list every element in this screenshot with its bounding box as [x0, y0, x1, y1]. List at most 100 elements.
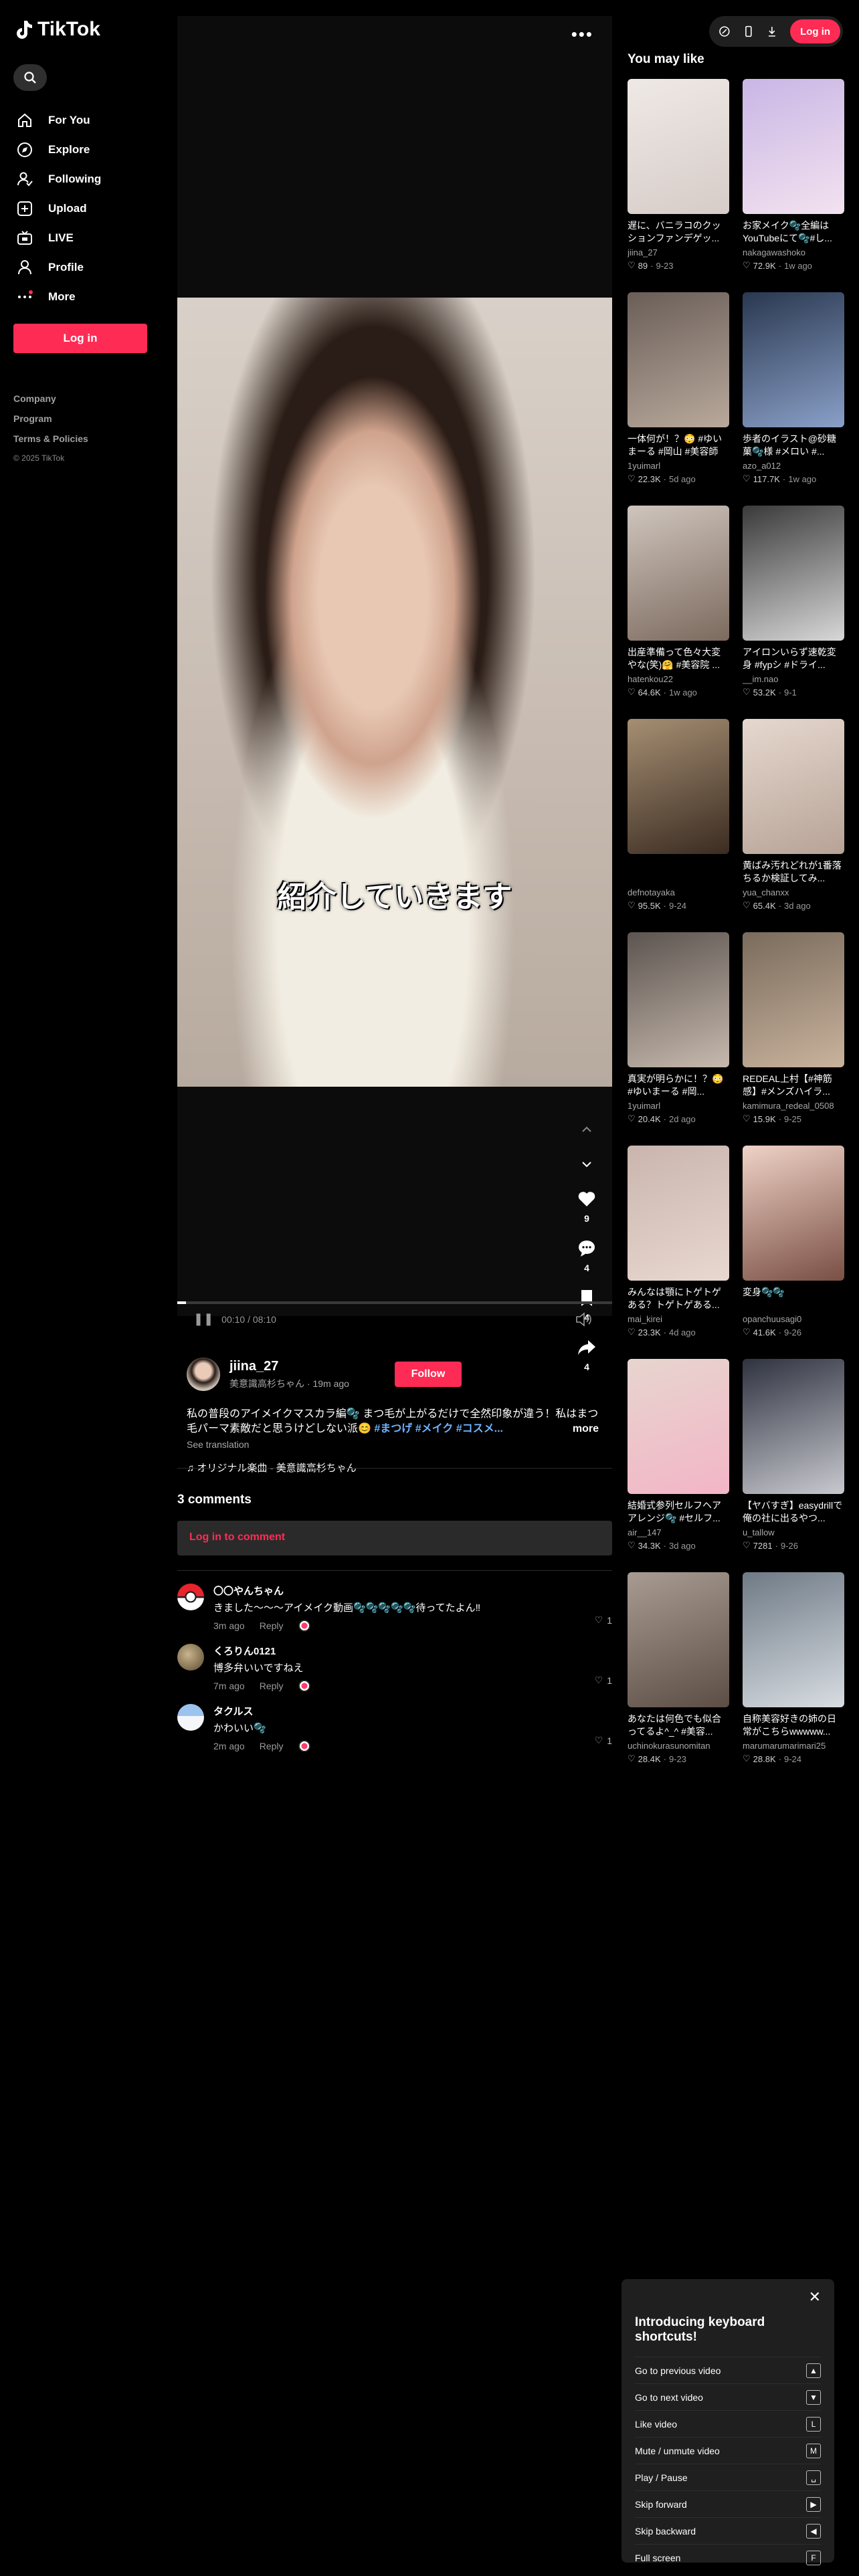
- recommended-video-card[interactable]: あなたは何色でも似合ってるよ^_^ #美容... uchinokurasunomi…: [628, 1572, 729, 1781]
- sidebar-item-profile[interactable]: Profile: [13, 253, 147, 282]
- login-button[interactable]: Log in: [13, 324, 147, 353]
- card-title[interactable]: アイロンいらず速乾変身 #fypシ #ドライ...: [743, 646, 844, 671]
- video-thumbnail[interactable]: [628, 1146, 729, 1281]
- comment-like-button[interactable]: ♡ 1: [595, 1735, 612, 1746]
- card-title[interactable]: [628, 859, 729, 885]
- card-username[interactable]: yua_chanxx: [743, 887, 844, 897]
- sidebar-item-explore[interactable]: Explore: [13, 135, 147, 165]
- card-title[interactable]: 自称美容好きの姉の日常がこちらwwwww...: [743, 1713, 844, 1738]
- card-username[interactable]: defnotayaka: [628, 887, 729, 897]
- search-button[interactable]: [13, 64, 47, 91]
- recommended-video-card[interactable]: お家メイク🫧全編はYouTubeにて🫧#し... nakagawashoko ♡ 72…: [743, 79, 844, 288]
- card-username[interactable]: 1yuimarl: [628, 1101, 729, 1111]
- sidebar-item-following[interactable]: Following: [13, 165, 147, 194]
- card-title[interactable]: あなたは何色でも似合ってるよ^_^ #美容...: [628, 1713, 729, 1738]
- comment-avatar[interactable]: [177, 1644, 204, 1671]
- recommended-video-card[interactable]: みんなは顎にトゲトゲある？トゲトゲある... mai_kirei ♡ 23.3K · 4d…: [628, 1146, 729, 1354]
- card-title[interactable]: 真実が明らかに！？😳 #ゆいまーる #岡...: [628, 1073, 729, 1098]
- comment-author[interactable]: 〇〇やんちゃん: [213, 1584, 480, 1598]
- mobile-icon[interactable]: [743, 25, 755, 37]
- card-username[interactable]: marumarumarimari25: [743, 1741, 844, 1751]
- sidebar-item-live[interactable]: LIVE: [13, 223, 147, 253]
- tiktok-logo[interactable]: TikTok: [16, 13, 147, 45]
- card-username[interactable]: uchinokurasunomitan: [628, 1741, 729, 1751]
- video-thumbnail[interactable]: [743, 719, 844, 854]
- card-username[interactable]: nakagawashoko: [743, 247, 844, 257]
- card-title[interactable]: 遅に、バニラコのクッションファンデゲッ...: [628, 219, 729, 245]
- close-icon[interactable]: ✕: [809, 2288, 821, 2306]
- card-title[interactable]: みんなは顎にトゲトゲある？トゲトゲある...: [628, 1286, 729, 1311]
- video-thumbnail[interactable]: [743, 1146, 844, 1281]
- reply-button[interactable]: Reply: [260, 1741, 284, 1751]
- comment-avatar[interactable]: [177, 1704, 204, 1731]
- like-button[interactable]: 9: [575, 1189, 599, 1224]
- recommended-video-card[interactable]: 遅に、バニラコのクッションファンデゲッ... jiina_27 ♡ 89 · 9-23: [628, 79, 729, 288]
- prev-video-button[interactable]: [575, 1119, 599, 1140]
- card-username[interactable]: opanchuusagi0: [743, 1314, 844, 1324]
- recommended-video-card[interactable]: 出産準備って色々大変やな(笑)🤗 #美容院 ... hatenkou22 ♡ 64.6…: [628, 506, 729, 714]
- card-username[interactable]: jiina_27: [628, 247, 729, 257]
- video-thumbnail[interactable]: [628, 1359, 729, 1494]
- coin-icon[interactable]: [719, 25, 731, 37]
- description-tags[interactable]: #まつげ #メイク #コスメ...: [374, 1423, 503, 1434]
- video-thumbnail[interactable]: [743, 506, 844, 641]
- video-progress-bar[interactable]: [177, 1301, 612, 1304]
- author-avatar[interactable]: [187, 1358, 220, 1391]
- comment-author[interactable]: タクルス: [213, 1704, 310, 1718]
- card-title[interactable]: お家メイク🫧全編はYouTubeにて🫧#し...: [743, 219, 844, 245]
- video-frame[interactable]: 紹介していきます: [177, 298, 612, 1087]
- card-title[interactable]: 黄ばみ汚れどれが1番落ちるか検証してみ...: [743, 859, 844, 885]
- author-username[interactable]: jiina_27: [229, 1359, 349, 1374]
- video-thumbnail[interactable]: [628, 1572, 729, 1707]
- sidebar-item-more[interactable]: More: [13, 282, 147, 312]
- comment-button[interactable]: 4: [575, 1239, 599, 1273]
- comment-author[interactable]: くろりん0121: [213, 1644, 310, 1658]
- recommended-video-card[interactable]: 自称美容好きの姉の日常がこちらwwwww... marumarumarimari2…: [743, 1572, 844, 1781]
- card-username[interactable]: 1yuimarl: [628, 461, 729, 471]
- download-icon[interactable]: [766, 25, 778, 37]
- video-thumbnail[interactable]: [628, 292, 729, 427]
- more-link[interactable]: more: [573, 1422, 599, 1436]
- card-username[interactable]: __im.nao: [743, 674, 844, 684]
- card-title[interactable]: 変身🫧🫧: [743, 1286, 844, 1311]
- card-username[interactable]: air__147: [628, 1527, 729, 1537]
- card-title[interactable]: 一体何が！？😳 #ゆいまーる #岡山 #美容師: [628, 433, 729, 458]
- card-title[interactable]: REDEAL上村【#神筋感】#メンズハイラ...: [743, 1073, 844, 1098]
- comment-avatar[interactable]: [177, 1584, 204, 1610]
- recommended-video-card[interactable]: 歩者のイラスト@砂糖菓🫧様 #メロい #... azo_a012 ♡ 117.7K · 1…: [743, 292, 844, 501]
- login-to-comment[interactable]: Log in to comment: [177, 1521, 612, 1555]
- comment-like-button[interactable]: ♡ 1: [595, 1614, 612, 1626]
- recommended-video-card[interactable]: 【ヤバすぎ】easydrillで俺の社に出るやつ... u_tallow ♡ 7281…: [743, 1359, 844, 1568]
- recommended-video-card[interactable]: 黄ばみ汚れどれが1番落ちるか検証してみ... yua_chanxx ♡ 65.4K · 3…: [743, 719, 844, 928]
- footer-link-company[interactable]: Company: [13, 393, 147, 404]
- reply-button[interactable]: Reply: [260, 1681, 284, 1691]
- video-thumbnail[interactable]: [628, 932, 729, 1067]
- video-thumbnail[interactable]: [743, 1572, 844, 1707]
- sidebar-item-upload[interactable]: Upload: [13, 194, 147, 223]
- card-username[interactable]: kamimura_redeal_0508: [743, 1101, 844, 1111]
- card-username[interactable]: azo_a012: [743, 461, 844, 471]
- pause-icon[interactable]: ❚❚: [193, 1312, 213, 1326]
- footer-link-program[interactable]: Program: [13, 413, 147, 424]
- card-title[interactable]: 結婚式参列セルフヘアアレンジ🫧 #セルフ...: [628, 1499, 729, 1525]
- video-thumbnail[interactable]: [743, 79, 844, 214]
- recommended-video-card[interactable]: 変身🫧🫧 opanchuusagi0 ♡ 41.6K · 9-26: [743, 1146, 844, 1354]
- recommended-video-card[interactable]: defnotayaka ♡ 95.5K · 9-24: [628, 719, 729, 928]
- volume-button[interactable]: [575, 1312, 593, 1330]
- top-login-button[interactable]: Log in: [790, 19, 840, 43]
- card-title[interactable]: 【ヤバすぎ】easydrillで俺の社に出るやつ...: [743, 1499, 844, 1525]
- next-video-button[interactable]: [575, 1154, 599, 1174]
- video-thumbnail[interactable]: [743, 292, 844, 427]
- video-player[interactable]: ••• 紹介していきます 9 4 4 4: [177, 16, 612, 1372]
- comment-like-button[interactable]: ♡ 1: [595, 1675, 612, 1686]
- video-thumbnail[interactable]: [628, 506, 729, 641]
- recommended-video-card[interactable]: アイロンいらず速乾変身 #fypシ #ドライ... __im.nao ♡ 53.2K ·…: [743, 506, 844, 714]
- recommended-video-card[interactable]: 一体何が！？😳 #ゆいまーる #岡山 #美容師 1yuimarl ♡ 22.3K · 5d…: [628, 292, 729, 501]
- reply-button[interactable]: Reply: [260, 1620, 284, 1631]
- video-thumbnail[interactable]: [743, 1359, 844, 1494]
- video-thumbnail[interactable]: [628, 719, 729, 854]
- footer-link-terms[interactable]: Terms & Policies: [13, 433, 147, 444]
- sidebar-item-for-you[interactable]: For You: [13, 106, 147, 135]
- card-username[interactable]: hatenkou22: [628, 674, 729, 684]
- video-thumbnail[interactable]: [628, 79, 729, 214]
